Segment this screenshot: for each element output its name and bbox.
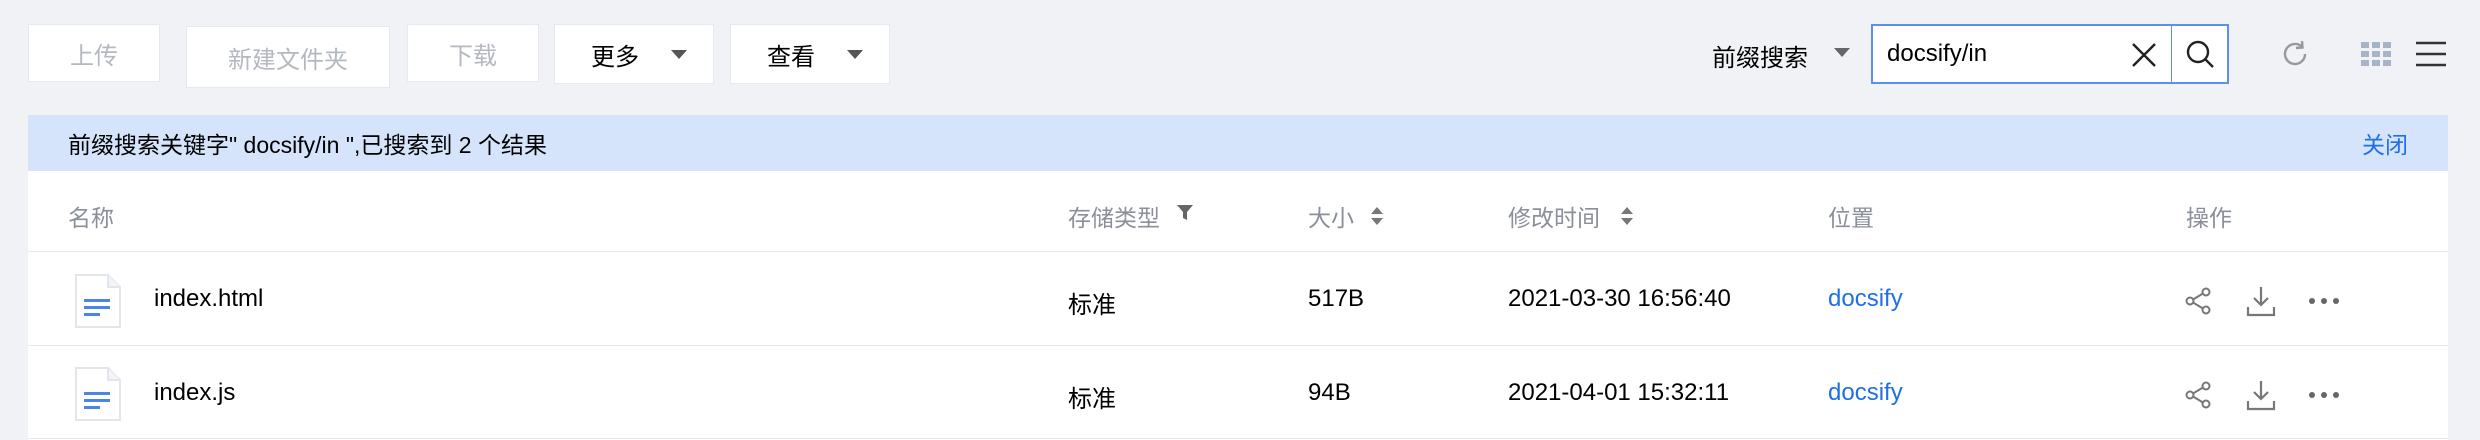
search-icon [2186,40,2214,68]
search-result-text: 前缀搜索关键字" docsify/in ",已搜索到 2 个结果 [68,132,547,158]
more-dropdown[interactable]: 更多 [554,24,714,84]
view-label: 查看 [767,43,815,71]
list-view-icon[interactable] [2416,40,2446,68]
header-actions: 操作 [2186,205,2232,231]
search-button[interactable] [2171,26,2227,82]
download-button[interactable]: 下载 [407,24,539,82]
share-icon [2185,381,2211,409]
more-label: 更多 [591,43,639,71]
view-dropdown[interactable]: 查看 [730,24,890,84]
table-row[interactable]: index.js 标准 94B 2021-04-01 15:32:11 docs… [28,346,2448,439]
upload-button[interactable]: 上传 [28,24,160,82]
new-folder-button[interactable]: 新建文件夹 [186,26,390,88]
new-folder-label: 新建文件夹 [228,46,348,74]
file-icon [75,367,121,421]
share-icon [2185,287,2211,315]
header-size[interactable]: 大小 [1308,199,1384,233]
file-name[interactable]: index.html [154,285,263,313]
download-file-button[interactable] [2241,375,2281,415]
location-link[interactable]: docsify [1828,285,1903,313]
storage-type: 标准 [1068,386,1116,413]
upload-label: 上传 [70,42,118,70]
more-icon [2309,392,2339,398]
header-storage-type: 存储类型 [1068,199,1194,233]
toolbar: 上传 新建文件夹 下载 更多 查看 前缀搜索 [0,0,2480,110]
download-icon [2246,287,2276,317]
more-icon [2309,298,2339,304]
more-actions-button[interactable] [2304,375,2344,415]
chevron-down-icon[interactable] [1834,48,1850,57]
refresh-icon[interactable] [2279,38,2311,70]
modified-time: 2021-04-01 15:32:11 [1508,379,1730,406]
close-banner-link[interactable]: 关闭 [2362,126,2408,160]
file-size: 94B [1308,379,1351,406]
table-row[interactable]: index.html 标准 517B 2021-03-30 16:56:40 d… [28,253,2448,346]
more-actions-button[interactable] [2304,281,2344,321]
download-label: 下载 [449,42,497,70]
sort-icon[interactable] [1370,206,1384,226]
download-icon [2246,381,2276,411]
storage-type: 标准 [1068,292,1116,319]
search-input[interactable] [1873,26,2113,82]
search-box [1871,24,2229,84]
grid-view-icon[interactable] [2361,42,2393,66]
search-mode-select[interactable]: 前缀搜索 [1712,38,1808,73]
header-name: 名称 [68,205,114,231]
location-link[interactable]: docsify [1828,379,1903,407]
search-result-banner: 前缀搜索关键字" docsify/in ",已搜索到 2 个结果 关闭 [28,115,2448,171]
sort-icon[interactable] [1620,206,1634,226]
filter-icon[interactable] [1176,204,1194,222]
clear-icon[interactable] [2129,40,2159,70]
header-modified[interactable]: 修改时间 [1508,199,1634,233]
download-file-button[interactable] [2241,281,2281,321]
header-location: 位置 [1828,205,1874,231]
file-table: 名称 存储类型 大小 修改时间 位置 操作 index.html 标准 517B… [28,171,2448,440]
share-button[interactable] [2178,281,2218,321]
share-button[interactable] [2178,375,2218,415]
file-size: 517B [1308,285,1365,312]
modified-time: 2021-03-30 16:56:40 [1508,285,1731,312]
table-header: 名称 存储类型 大小 修改时间 位置 操作 [28,171,2448,252]
chevron-down-icon [671,50,687,59]
file-icon [75,274,121,328]
chevron-down-icon [847,50,863,59]
file-name[interactable]: index.js [154,379,235,407]
